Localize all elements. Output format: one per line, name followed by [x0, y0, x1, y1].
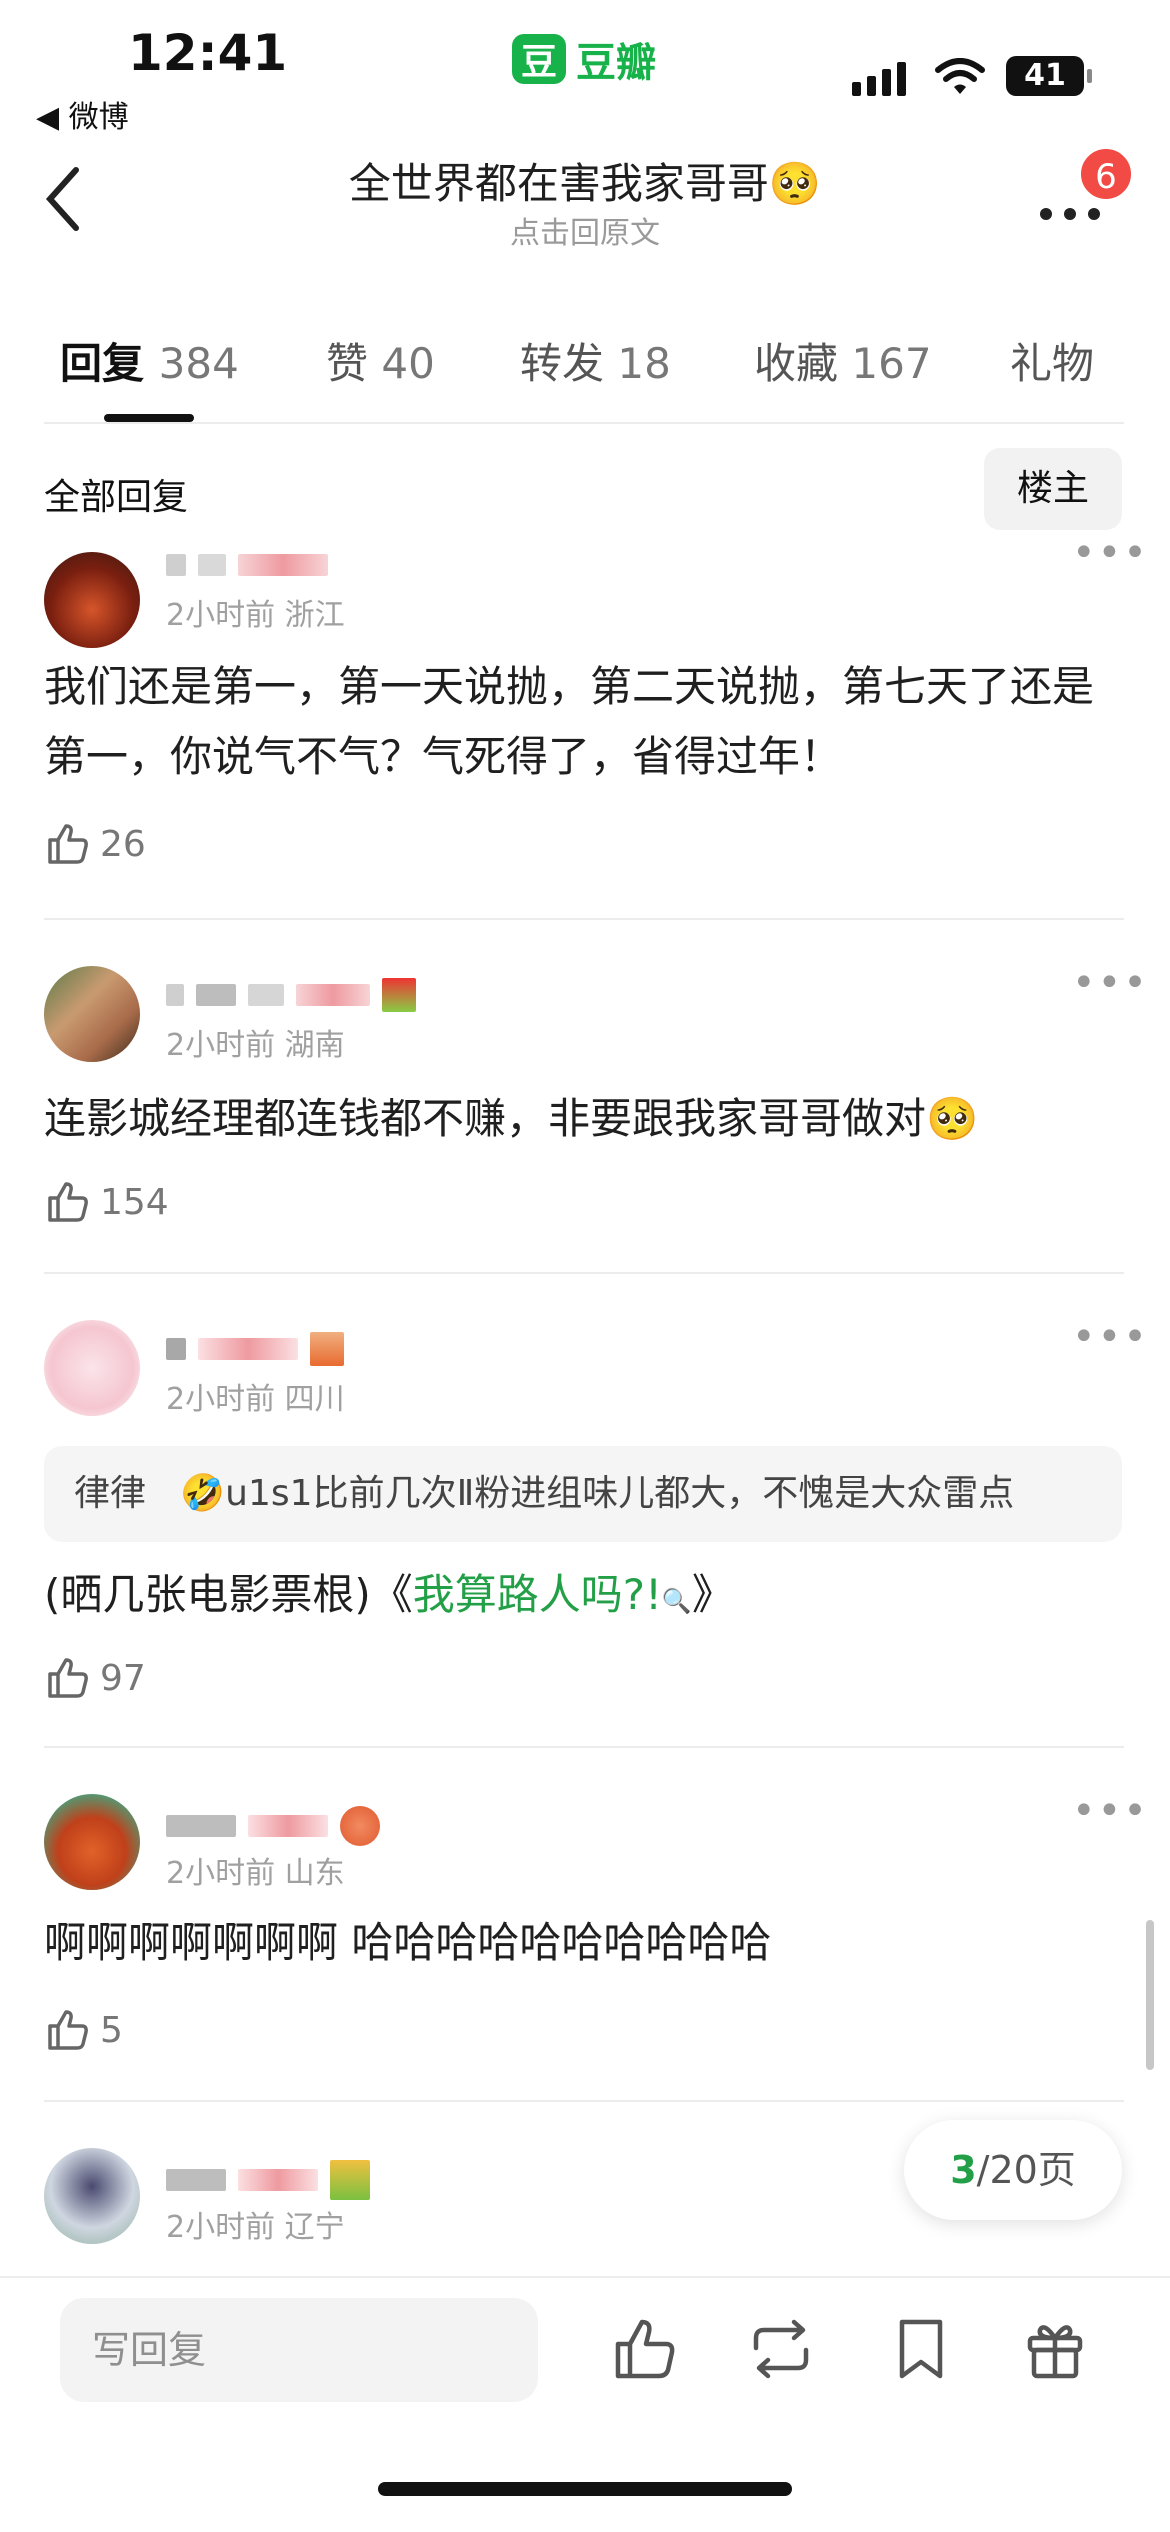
op-only-button[interactable]: 楼主	[984, 448, 1122, 530]
all-replies-label: 全部回复	[44, 477, 189, 518]
like-count: 5	[100, 2009, 123, 2051]
thumb-up-icon	[48, 1182, 88, 1222]
battery-icon: 41	[1006, 56, 1092, 96]
avatar[interactable]	[44, 1794, 140, 1890]
comment-text: 啊啊啊啊啊啊啊 哈哈哈哈哈哈哈哈哈哈	[44, 1918, 772, 1967]
post-title[interactable]: 全世界都在害我家哥哥🥺	[0, 150, 1170, 211]
douban-logo: 豆 豆瓣	[512, 30, 656, 88]
tab-likes[interactable]: 赞 40	[326, 330, 435, 391]
quoted-reply[interactable]: 律律 🤣u1s1比前几次Ⅱ粉进组味儿都大，不愧是大众雷点	[44, 1446, 1122, 1542]
notification-badge: 6	[1078, 146, 1134, 202]
home-indicator[interactable]	[378, 2482, 792, 2496]
divider	[44, 1746, 1124, 1748]
douban-logo-text: 豆瓣	[576, 40, 656, 86]
thumb-up-icon	[48, 2010, 88, 2050]
username-blurred[interactable]	[166, 1806, 380, 1846]
total-pages: /20页	[976, 2148, 1076, 2192]
like-count: 97	[100, 1657, 146, 1699]
like-button[interactable]: 154	[44, 1178, 169, 1226]
avatar[interactable]	[44, 1320, 140, 1416]
username-blurred[interactable]	[166, 554, 328, 576]
comment-item: 2小时前 山东 ••• 啊啊啊啊啊啊啊 哈哈哈哈哈哈哈哈哈哈 5	[0, 1788, 1170, 2098]
quote-author: 律律	[74, 1473, 147, 1514]
clock: 12:41	[128, 24, 288, 82]
comment-item: 2小时前 浙江 ••• 我们还是第一，第一天说抛，第二天说抛，第七天了还是第一，…	[0, 530, 1170, 916]
repost-icon[interactable]	[746, 2314, 816, 2384]
back-to-weibo-link[interactable]: ◀ 微博	[36, 92, 129, 136]
divider	[44, 2100, 1124, 2102]
page-indicator[interactable]: 3/20页	[904, 2120, 1122, 2220]
signal-icon	[852, 56, 906, 96]
like-count: 26	[100, 823, 146, 865]
comment-text: (晒几张电影票根)《我算路人吗?!🔍》	[44, 1560, 1134, 1636]
topic-link[interactable]: 我算路人吗?!🔍	[413, 1570, 692, 1619]
tab-favorites[interactable]: 收藏 167	[754, 330, 932, 391]
avatar[interactable]	[44, 966, 140, 1062]
comment-text: 连影城经理都连钱都不赚，非要跟我家哥哥做对🥺	[44, 1094, 979, 1143]
active-tab-indicator	[104, 414, 194, 422]
post-header: 全世界都在害我家哥哥🥺 点击回原文 6	[0, 140, 1170, 270]
comment-more-icon[interactable]: •••	[1072, 1314, 1149, 1360]
comment-more-icon[interactable]: •••	[1072, 1788, 1149, 1834]
douban-logo-icon: 豆	[512, 34, 566, 84]
divider	[44, 422, 1124, 424]
search-icon: 🔍	[661, 1587, 692, 1615]
scrollbar[interactable]	[1146, 1920, 1154, 2070]
comment-item: 2小时前 湖南 ••• 连影城经理都连钱都不赚，非要跟我家哥哥做对🥺 154	[0, 960, 1170, 1270]
comment-more-icon[interactable]: •••	[1072, 960, 1149, 1006]
post-tabs: 回复 384 赞 40 转发 18 收藏 167 礼物	[0, 320, 1170, 422]
username-blurred[interactable]	[166, 2160, 370, 2200]
tab-reposts[interactable]: 转发 18	[520, 330, 671, 391]
comment-meta: 2小时前 山东	[166, 1856, 345, 1891]
divider	[44, 918, 1124, 920]
more-dots-icon	[1040, 208, 1100, 220]
comment-more-icon[interactable]: •••	[1072, 530, 1149, 576]
avatar[interactable]	[44, 552, 140, 648]
avatar[interactable]	[44, 2148, 140, 2244]
like-button[interactable]: 5	[44, 2006, 123, 2054]
tab-replies[interactable]: 回复 384	[60, 330, 239, 391]
comment-text-prefix: (晒几张电影票根)《	[44, 1570, 413, 1619]
current-page: 3	[950, 2148, 977, 2192]
back-to-original-link[interactable]: 点击回原文	[0, 208, 1170, 252]
bookmark-icon[interactable]	[886, 2314, 956, 2384]
quote-text: 🤣u1s1比前几次Ⅱ粉进组味儿都大，不愧是大众雷点	[180, 1473, 1015, 1514]
username-blurred[interactable]	[166, 978, 416, 1012]
status-bar: 12:41 ◀ 微博 豆 豆瓣 41	[0, 0, 1170, 135]
comment-meta: 2小时前 浙江	[166, 598, 345, 633]
topic-link-label: 我算路人吗?!	[412, 1570, 662, 1619]
thumb-up-icon	[48, 824, 88, 864]
divider	[44, 1272, 1124, 1274]
like-button[interactable]: 26	[44, 820, 146, 868]
thumb-up-icon[interactable]	[610, 2314, 680, 2384]
username-blurred[interactable]	[166, 1332, 344, 1366]
reply-input[interactable]	[60, 2298, 538, 2402]
wifi-icon	[935, 58, 985, 94]
thumb-up-icon	[48, 1658, 88, 1698]
comment-item: 2小时前 四川 ••• 律律 🤣u1s1比前几次Ⅱ粉进组味儿都大，不愧是大众雷点…	[0, 1314, 1170, 1744]
like-count: 154	[100, 1181, 169, 1223]
like-button[interactable]: 97	[44, 1654, 146, 1702]
gift-icon[interactable]	[1020, 2314, 1090, 2384]
tab-gifts[interactable]: 礼物	[1010, 330, 1094, 391]
comment-text: 我们还是第一，第一天说抛，第二天说抛，第七天了还是第一，你说气不气？气死得了，省…	[44, 662, 1095, 781]
comment-text-suffix: 》	[691, 1570, 734, 1619]
comment-meta: 2小时前 湖南	[166, 1028, 345, 1063]
comment-meta: 2小时前 辽宁	[166, 2210, 345, 2245]
comment-meta: 2小时前 四川	[166, 1382, 345, 1417]
